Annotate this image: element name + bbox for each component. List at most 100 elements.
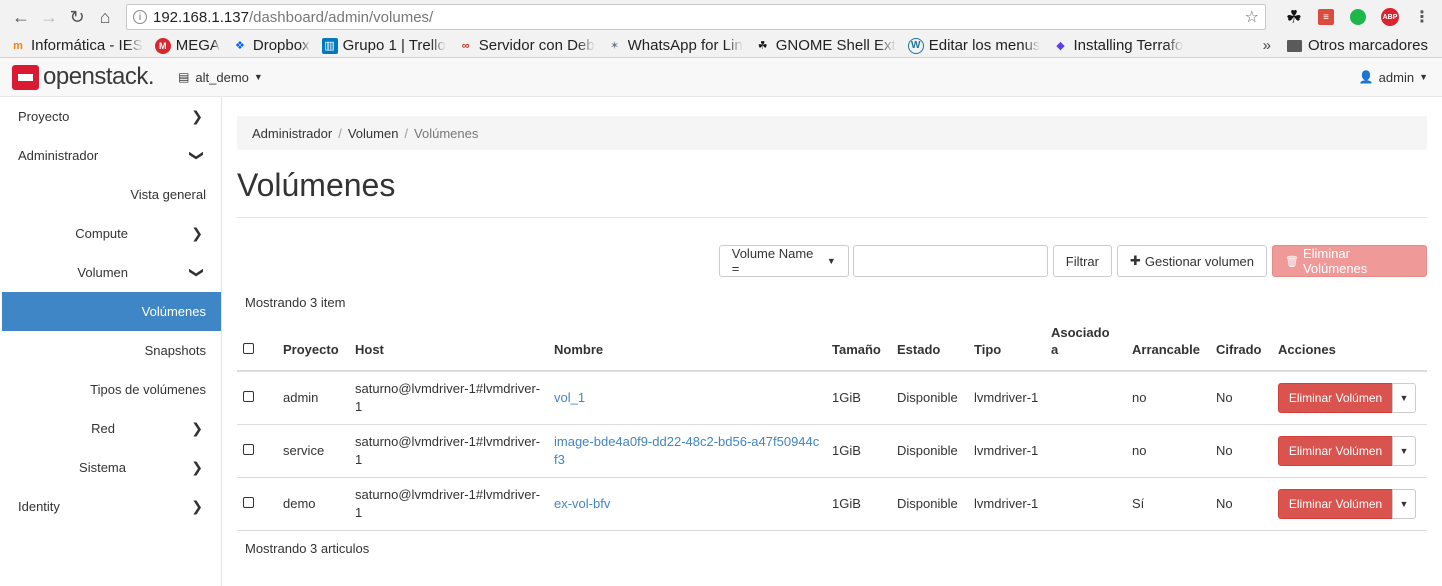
cell-cifrado: No — [1210, 477, 1272, 531]
col-host[interactable]: Host — [349, 324, 548, 372]
sidebar-item-vista-general[interactable]: Vista general — [0, 175, 221, 214]
col-proyecto[interactable]: Proyecto — [277, 324, 349, 372]
row-checkbox[interactable] — [243, 496, 254, 508]
adblock-plus-icon[interactable]: ABP — [1381, 8, 1399, 26]
more-actions-caret-icon[interactable]: ▼ — [1392, 435, 1416, 466]
bookmark-star-icon[interactable]: ☆ — [1245, 7, 1259, 27]
bookmark-item[interactable]: ∞ Servidor con Deb — [458, 37, 595, 54]
sidebar-item-label: Administrador — [18, 148, 99, 163]
cell-host: saturno@lvmdriver-1#lvmdriver-1 — [349, 424, 548, 478]
breadcrumb-separator: / — [338, 125, 342, 141]
openstack-logo[interactable]: openstack. — [12, 63, 155, 91]
url-host: 192.168.1.137 — [153, 8, 249, 26]
filter-field-dropdown[interactable]: Volume Name = ▼ — [718, 245, 849, 277]
other-bookmarks-folder[interactable]: Otros marcadores — [1286, 37, 1428, 54]
bookmark-item[interactable]: ✶ WhatsApp for Lin — [607, 37, 743, 54]
col-tamano[interactable]: Tamaño — [826, 324, 891, 372]
table-header-row: Proyecto Host Nombre Tamaño Estado Tipo … — [237, 324, 1427, 372]
col-arrancable[interactable]: Arrancable — [1126, 324, 1210, 372]
manage-volume-label: Gestionar volumen — [1144, 253, 1254, 269]
delete-volume-button[interactable]: Eliminar Volúmen — [1278, 435, 1393, 466]
info-icon[interactable]: i — [133, 10, 147, 24]
breadcrumb-item-volumen[interactable]: Volumen — [348, 126, 399, 141]
main-panel: Administrador / Volumen / Volúmenes Volú… — [222, 97, 1442, 586]
address-bar[interactable]: i 192.168.1.137/dashboard/admin/volumes/… — [126, 4, 1266, 30]
sidebar-item-snapshots[interactable]: Snapshots — [0, 331, 221, 370]
other-bookmarks-label: Otros marcadores — [1307, 37, 1428, 54]
bookmark-item[interactable]: ▥ Grupo 1 | Trello — [321, 37, 446, 54]
more-actions-caret-icon[interactable]: ▼ — [1392, 382, 1416, 413]
bookmark-item[interactable]: M MEGA — [154, 37, 220, 54]
sidebar-item-compute[interactable]: Compute ❯ — [0, 214, 221, 253]
cell-cifrado: No — [1210, 371, 1272, 425]
cell-tamano: 1GiB — [826, 424, 891, 478]
col-estado[interactable]: Estado — [891, 324, 968, 372]
bookmark-item[interactable]: W Editar los menus — [907, 37, 1040, 54]
bookmark-item[interactable]: ❖ Dropbox — [232, 37, 310, 54]
bookmark-item[interactable]: ☘ GNOME Shell Ext — [755, 37, 896, 54]
sidebar-item-label: Compute — [75, 226, 128, 241]
bookmarks-overflow-button[interactable]: » — [1263, 37, 1271, 54]
volume-name-link[interactable]: vol_1 — [554, 390, 585, 405]
forward-arrow-icon[interactable]: → — [36, 4, 62, 30]
back-arrow-icon[interactable]: ← — [8, 4, 34, 30]
volume-name-link[interactable]: image-bde4a0f9-dd22-48c2-bd56-a47f50944c… — [554, 434, 819, 467]
delete-volume-button[interactable]: Eliminar Volúmen — [1278, 488, 1393, 519]
plus-icon: ✚ — [1129, 253, 1141, 268]
sidebar-item-identity[interactable]: Identity ❯ — [0, 487, 221, 526]
gnome-extension-icon[interactable]: ☘ — [1282, 5, 1306, 29]
cell-tamano: 1GiB — [826, 477, 891, 531]
col-asociado[interactable]: Asociado a — [1045, 324, 1126, 372]
filter-input[interactable] — [852, 245, 1048, 277]
openstack-logo-icon — [12, 64, 39, 90]
chevron-right-icon: ❯ — [191, 225, 203, 241]
breadcrumb: Administrador / Volumen / Volúmenes — [237, 116, 1427, 150]
cell-tipo: lvmdriver-1 — [968, 424, 1045, 478]
sidebar-item-label: Tipos de volúmenes — [90, 382, 206, 397]
sidebar-item-sistema[interactable]: Sistema ❯ — [0, 448, 221, 487]
col-tipo[interactable]: Tipo — [968, 324, 1045, 372]
sidebar-item-label: Proyecto — [18, 109, 70, 124]
row-checkbox[interactable] — [243, 390, 254, 402]
row-action-group: Eliminar Volúmen ▼ — [1278, 382, 1421, 413]
bookmark-item[interactable]: ◆ Installing Terrafo — [1052, 37, 1183, 54]
chevron-right-icon: ❯ — [191, 108, 203, 124]
sidebar-item-administrador[interactable]: Administrador ❯ — [0, 136, 221, 175]
browser-menu-icon[interactable]: ⋮ — [1410, 5, 1434, 29]
filter-button[interactable]: Filtrar — [1052, 245, 1112, 277]
user-name: admin — [1378, 69, 1415, 85]
green-extension-icon[interactable] — [1350, 9, 1366, 25]
row-checkbox[interactable] — [243, 443, 254, 455]
chevron-right-icon: ❯ — [191, 420, 203, 436]
sidebar-item-volumen[interactable]: Volumen ❯ — [0, 253, 221, 292]
gnome-icon: ☘ — [757, 40, 768, 52]
cell-acciones: Eliminar Volúmen ▼ — [1272, 424, 1427, 478]
trash-icon: 🗑 — [1285, 255, 1299, 268]
openstack-header: openstack. ▤ alt_demo ▼ 👤 admin ▼ — [0, 58, 1442, 97]
bookmarks-bar: m Informática - IES M MEGA ❖ Dropbox ▥ Grupo 1 … — [0, 34, 1442, 58]
more-actions-caret-icon[interactable]: ▼ — [1392, 488, 1416, 519]
select-all-checkbox[interactable] — [243, 343, 254, 354]
bookmark-item[interactable]: m Informática - IES — [10, 37, 143, 54]
todoist-extension-icon[interactable]: ≡ — [1318, 9, 1334, 25]
sidebar-item-proyecto[interactable]: Proyecto ❯ — [0, 97, 221, 136]
cell-nombre: vol_1 — [548, 371, 826, 425]
bookmark-label: GNOME Shell Ext — [775, 37, 896, 54]
delete-volumes-button[interactable]: 🗑 Eliminar Volúmenes — [1272, 245, 1427, 277]
user-menu[interactable]: 👤 admin ▼ — [1359, 70, 1428, 85]
col-cifrado[interactable]: Cifrado — [1210, 324, 1272, 372]
volume-name-link[interactable]: ex-vol-bfv — [554, 496, 610, 511]
sidebar-item-tipos-de-volumenes[interactable]: Tipos de volúmenes — [0, 370, 221, 409]
col-nombre[interactable]: Nombre — [548, 324, 826, 372]
caret-down-icon: ▼ — [253, 72, 263, 82]
project-switcher[interactable]: ▤ alt_demo ▼ — [178, 70, 263, 85]
reload-icon[interactable]: ↻ — [64, 4, 90, 30]
bookmark-label: Informática - IES — [31, 37, 143, 54]
sidebar-item-red[interactable]: Red ❯ — [0, 409, 221, 448]
cell-estado: Disponible — [891, 477, 968, 531]
manage-volume-button[interactable]: ✚ Gestionar volumen — [1116, 245, 1267, 277]
sidebar-item-volumenes[interactable]: Volúmenes — [2, 292, 221, 331]
delete-volume-button[interactable]: Eliminar Volúmen — [1278, 382, 1393, 413]
home-icon[interactable]: ⌂ — [92, 4, 118, 30]
breadcrumb-item-administrador[interactable]: Administrador — [252, 126, 332, 141]
